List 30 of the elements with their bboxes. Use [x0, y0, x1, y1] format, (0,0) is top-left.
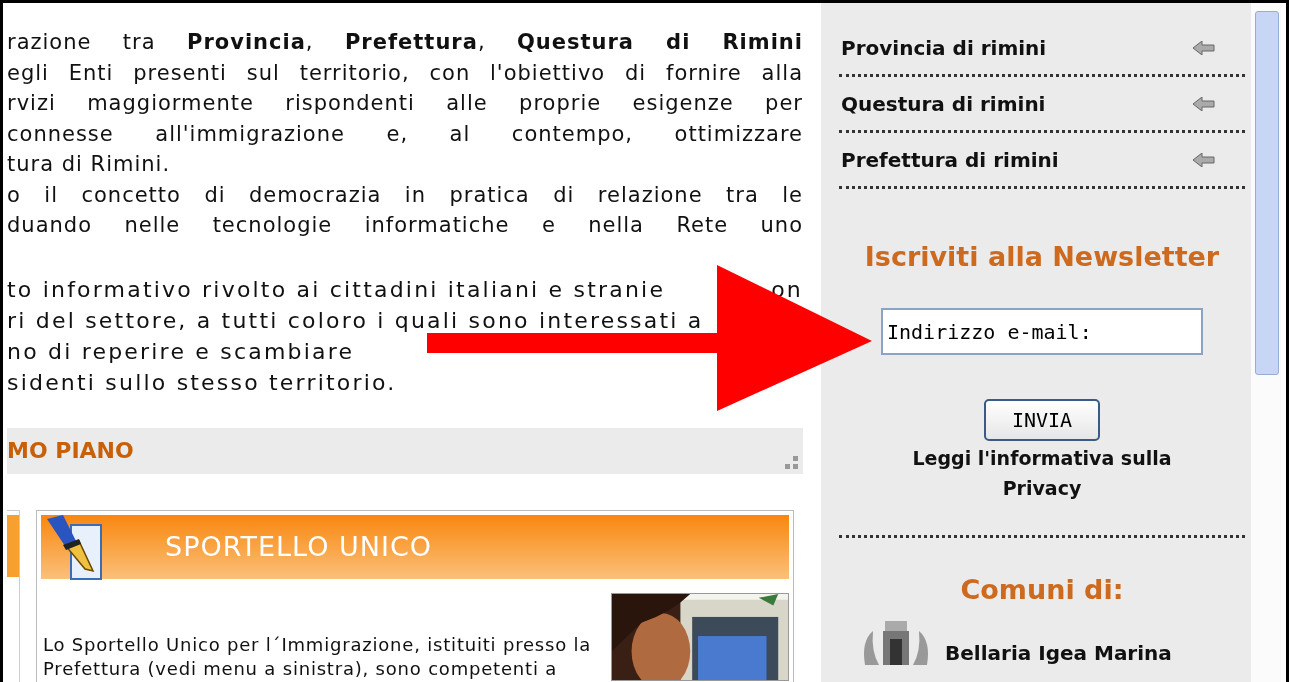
scrollbar-thumb[interactable]: [1255, 11, 1279, 375]
card-text: Prefettura (vedi menu a sinistra), sono competenti a: [43, 656, 559, 681]
comune-link[interactable]: Bellaria Igea Marina: [945, 641, 1172, 665]
card-title: SPORTELLO UNICO: [165, 531, 432, 562]
grip-icon: [785, 455, 799, 470]
article-text: connesse all'immigrazione e, al contempo, ottimizzare: [7, 120, 803, 148]
article-text: to informativo rivolto ai cittadini italiani e stranie: [7, 275, 666, 304]
crest-icon: [861, 621, 931, 665]
article-text: egli Enti presenti sul territorio, con l'obiettivo di fornire alla: [7, 59, 803, 87]
email-field[interactable]: Indirizzo e-mail:: [881, 308, 1203, 355]
article-text: o il concetto di democrazia in pratica di relazione tra le: [7, 181, 803, 209]
newsletter-title: Iscriviti alla Newsletter: [864, 241, 1220, 272]
left-arrow-icon: [1193, 152, 1215, 167]
sidebar-link[interactable]: Questura di rimini: [841, 91, 1046, 116]
article-text: ri del settore, a tutti coloro i quali sono interessati a: [7, 306, 704, 335]
left-arrow-icon: [1193, 96, 1215, 111]
section-title: MO PIANO: [7, 438, 134, 463]
article-text: no di reperire e scambiare: [7, 337, 355, 366]
article-text: sidenti sullo stesso territorio.: [7, 368, 397, 397]
sidebar-link[interactable]: Provincia di rimini: [841, 35, 1047, 60]
article-text: tura di Rimini.: [7, 151, 172, 178]
card-text: Lo Sportello Unico per l´Immigrazione, istituiti presso la: [43, 632, 592, 657]
send-button[interactable]: INVIA: [984, 399, 1100, 441]
sidebar-link[interactable]: Prefettura di rimini: [841, 147, 1059, 172]
privacy-link[interactable]: Leggi l'informativa sulla Privacy: [872, 443, 1212, 503]
comuni-title: Comuni di:: [960, 574, 1124, 605]
article-text: duando nelle tecnologie informatiche e nella Rete uno: [7, 212, 803, 239]
article-text: rvizi maggiormente rispondenti alle proprie esigenze per: [7, 90, 803, 117]
article-text: razione tra Provincia, Prefettura, Questura di Rimini: [7, 29, 803, 56]
left-arrow-icon: [1193, 40, 1215, 55]
